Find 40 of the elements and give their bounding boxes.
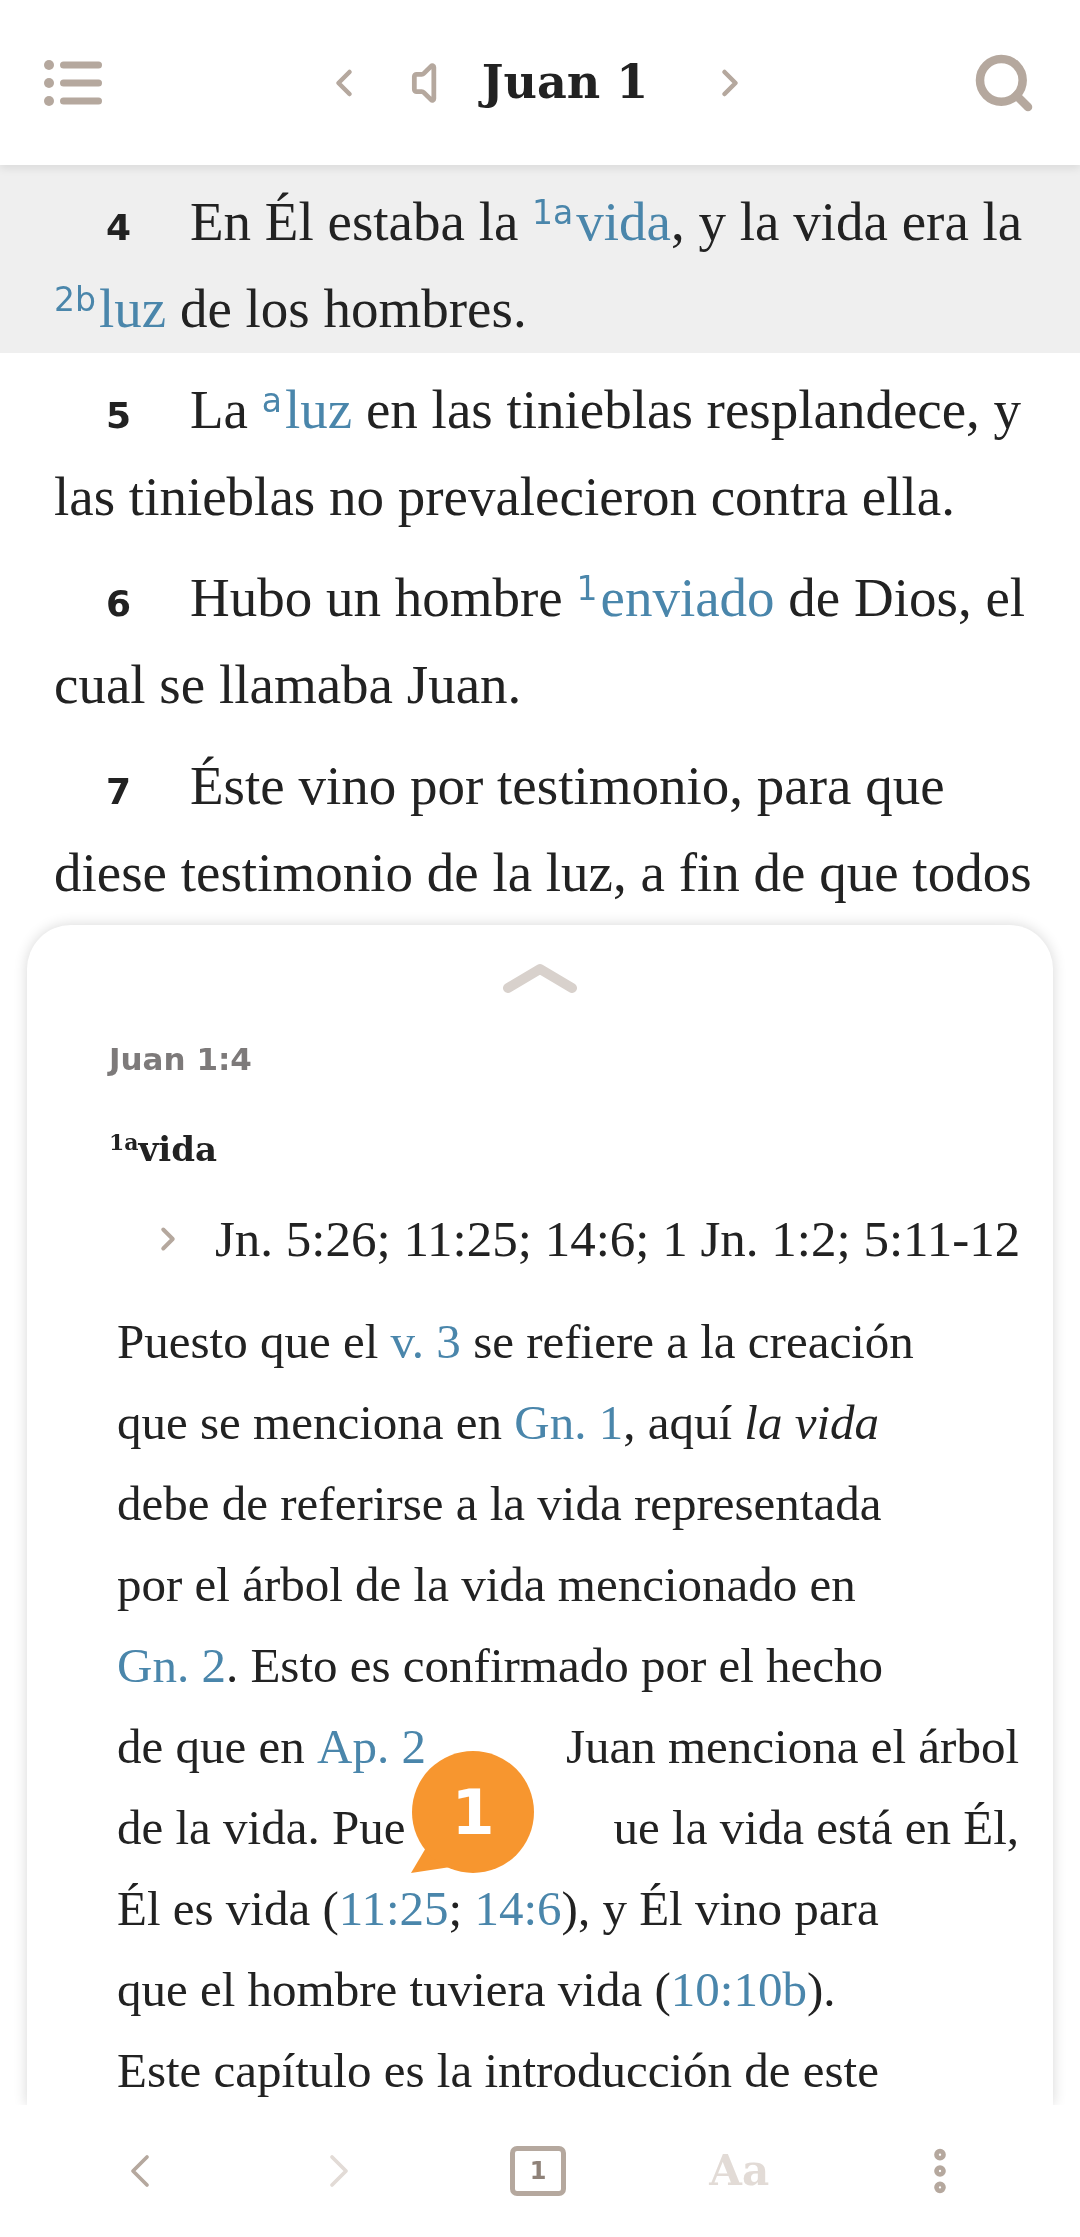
reference-link[interactable]: Gn. 2 bbox=[117, 1625, 226, 1706]
note-text: ue la vida está en Él, bbox=[613, 1799, 1019, 1857]
note-text: de la vida. Pue bbox=[117, 1799, 406, 1857]
note-text: ), y Él vino para bbox=[561, 1880, 879, 1938]
reference-link[interactable]: $^{1}$ enviado bbox=[576, 567, 775, 628]
note-text: de que en bbox=[117, 1718, 306, 1776]
note-text: Juan menciona el árbol bbox=[565, 1718, 1019, 1776]
note-text: que se menciona en bbox=[117, 1394, 504, 1452]
verse-number: 7 bbox=[105, 770, 133, 814]
note-text: , aquí bbox=[623, 1394, 734, 1452]
reference-link[interactable]: 11:25 bbox=[338, 1868, 449, 1949]
note-text: por el árbol de la vida mencionado en bbox=[117, 1556, 856, 1614]
note-text: . Esto es confirmado por el hecho bbox=[225, 1637, 884, 1695]
verse-number: 6 bbox=[105, 582, 133, 626]
note-text: que el hombre tuviera vida ( bbox=[117, 1961, 671, 2019]
chapter-button[interactable]: 1 bbox=[510, 2146, 567, 2196]
reference-link[interactable]: 14:6 bbox=[474, 1868, 562, 1949]
note-text: debe de referirse a la vida representada bbox=[117, 1475, 882, 1533]
verse-number: 5 bbox=[105, 394, 133, 438]
reference-link[interactable]: Ap. 2 bbox=[317, 1706, 426, 1787]
cross-references[interactable]: Jn. 5:26; 11:25; 14:6; 1 Jn. 1:2; 5:11-12 bbox=[215, 1200, 1021, 1278]
reference-link[interactable]: v. 3 bbox=[390, 1301, 461, 1382]
note-text: Puesto que el bbox=[117, 1313, 380, 1371]
note-text: se refiere a la creación bbox=[472, 1313, 914, 1371]
note-text: Este capítulo es la introducción de este bbox=[117, 2042, 879, 2100]
note-text: Él es vida ( bbox=[117, 1880, 339, 1938]
reference-link[interactable]: 10:10b bbox=[670, 1949, 807, 2030]
verse-number: 4 bbox=[105, 206, 133, 250]
note-text: la vida bbox=[744, 1394, 880, 1452]
note-heading: $^{1a}$vida bbox=[108, 1128, 219, 1171]
reference-link[interactable]: $^{1a}$vida bbox=[532, 191, 671, 252]
reference-link[interactable]: Gn. 1 bbox=[514, 1382, 624, 1463]
reference-link[interactable]: $^{2b}$luz bbox=[54, 278, 167, 339]
menu-icon[interactable] bbox=[44, 59, 102, 106]
reference-link[interactable]: $^{a}$ luz bbox=[261, 379, 353, 440]
chevron-up-icon[interactable] bbox=[503, 963, 577, 993]
verse[interactable]: 4 En Él estaba la $^{1a}$vida, y la vida era la $^{2b}$luz de los hombres. bbox=[0, 165, 1080, 353]
note-text: ; bbox=[448, 1880, 464, 1938]
note-text: ). bbox=[806, 1961, 836, 2019]
note-reference: Juan 1:4 bbox=[106, 1041, 253, 1077]
